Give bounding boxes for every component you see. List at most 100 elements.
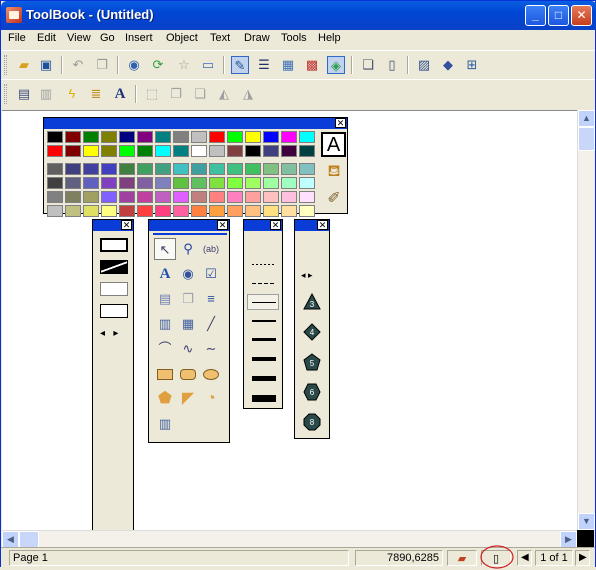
color-swatch[interactable] <box>83 163 99 175</box>
line-hairline[interactable] <box>252 302 276 303</box>
redo-icon[interactable]: ❐ <box>93 56 111 74</box>
color-swatch[interactable] <box>119 145 135 157</box>
properties-icon[interactable]: ▤ <box>15 85 33 103</box>
color-swatch[interactable] <box>209 205 225 217</box>
color-swatch[interactable] <box>65 163 81 175</box>
line-width-6[interactable] <box>252 395 276 402</box>
text-tool-icon[interactable]: A <box>154 263 176 285</box>
color-swatch[interactable] <box>137 191 153 203</box>
save-icon[interactable]: ▣ <box>37 56 55 74</box>
color-swatch[interactable] <box>173 145 189 157</box>
line-width-2[interactable] <box>252 320 276 322</box>
color-swatch[interactable] <box>155 177 171 189</box>
polygon-tool-icon[interactable]: ⬟ <box>154 388 176 410</box>
color-swatch[interactable] <box>281 131 297 143</box>
color-swatch[interactable] <box>65 131 81 143</box>
color-swatch[interactable] <box>83 177 99 189</box>
color-swatch[interactable] <box>47 191 63 203</box>
color-swatch[interactable] <box>245 205 261 217</box>
color-swatch[interactable] <box>65 177 81 189</box>
line-width-3[interactable] <box>252 338 276 341</box>
irregular-polygon-tool-icon[interactable]: ◤ <box>177 388 199 410</box>
curve-tool-icon[interactable]: ∼ <box>200 338 222 360</box>
vertical-scroll-thumb[interactable] <box>578 127 595 151</box>
title-bar[interactable]: ToolBook - (Untitled) _ □ ✕ <box>1 1 596 30</box>
globe-icon[interactable]: ◈ <box>327 56 345 74</box>
arc-tool-icon[interactable]: ⌒ <box>154 338 176 360</box>
color-swatch[interactable] <box>173 177 189 189</box>
card-icon[interactable]: ▭ <box>199 56 217 74</box>
color-swatch[interactable] <box>209 163 225 175</box>
menu-go[interactable]: Go <box>100 32 115 44</box>
stack-icon[interactable]: ▥ <box>37 85 55 103</box>
border-style-3d[interactable] <box>100 282 128 296</box>
color-swatch[interactable] <box>155 131 171 143</box>
color-swatch[interactable] <box>209 191 225 203</box>
pie-tool-icon[interactable]: ◔ <box>200 388 222 410</box>
open-icon[interactable]: ▰ <box>15 56 33 74</box>
zoom-tool-icon[interactable]: ⚲ <box>177 238 199 260</box>
menu-tools[interactable]: Tools <box>281 32 307 44</box>
color-swatch[interactable] <box>119 205 135 217</box>
color-swatch[interactable] <box>137 145 153 157</box>
line-width-5[interactable] <box>252 376 276 381</box>
color-swatch[interactable] <box>191 177 207 189</box>
color-swatch[interactable] <box>227 131 243 143</box>
color-swatch[interactable] <box>155 145 171 157</box>
color-swatch[interactable] <box>299 177 315 189</box>
color-swatch[interactable] <box>281 145 297 157</box>
color-swatch[interactable] <box>101 131 117 143</box>
scroll-right-button[interactable]: ▶ <box>560 531 577 548</box>
color-swatch[interactable] <box>263 205 279 217</box>
diamond-4-sides-icon[interactable]: 4 <box>303 323 321 341</box>
text-color-icon[interactable]: A <box>321 132 346 157</box>
book-icon[interactable]: ▰ <box>447 550 477 566</box>
previous-page-button[interactable]: ◀ <box>517 550 532 566</box>
color-swatch[interactable] <box>83 205 99 217</box>
color-swatch[interactable] <box>155 205 171 217</box>
color-swatch[interactable] <box>47 177 63 189</box>
color-swatch[interactable] <box>227 145 243 157</box>
menu-draw[interactable]: Draw <box>244 32 270 44</box>
horizontal-scroll-thumb[interactable] <box>19 531 39 548</box>
octagon-8-sides-icon[interactable]: 8 <box>303 413 321 431</box>
color-swatch[interactable] <box>65 145 81 157</box>
pointer-tool-icon[interactable]: ↖ <box>154 238 176 260</box>
color-swatch[interactable] <box>47 131 63 143</box>
palette-scroll-arrows[interactable]: ◂ ▸ <box>301 270 313 281</box>
color-swatch[interactable] <box>263 163 279 175</box>
color-swatch[interactable] <box>299 131 315 143</box>
script-icon[interactable]: ≣ <box>87 85 105 103</box>
color-swatch[interactable] <box>47 145 63 157</box>
color-swatch[interactable] <box>281 191 297 203</box>
line-dotted[interactable] <box>252 264 276 265</box>
color-swatch[interactable] <box>245 191 261 203</box>
author-mode-icon[interactable]: ✎ <box>231 56 249 74</box>
color-swatch[interactable] <box>119 177 135 189</box>
color-swatch[interactable] <box>65 191 81 203</box>
color-swatch[interactable] <box>191 145 207 157</box>
button-tool-icon[interactable]: ❐ <box>177 288 199 310</box>
color-swatch[interactable] <box>101 177 117 189</box>
color-swatch[interactable] <box>245 131 261 143</box>
palette-close-button[interactable]: ✕ <box>317 220 328 230</box>
scrollbar-tool-icon[interactable]: ▦ <box>177 313 199 335</box>
color-swatch[interactable] <box>191 191 207 203</box>
fill-bucket-icon[interactable]: ⛾ <box>324 162 344 182</box>
color-swatch[interactable] <box>155 191 171 203</box>
border-style-plain[interactable] <box>100 304 128 318</box>
flip-horizontal-icon[interactable]: ◭ <box>215 85 233 103</box>
color-swatch[interactable] <box>299 145 315 157</box>
toolbook-app-icon[interactable] <box>6 7 22 23</box>
copy-page-icon[interactable]: ❏ <box>359 56 377 74</box>
rectangle-tool-icon[interactable] <box>154 363 176 385</box>
color-swatch[interactable] <box>119 131 135 143</box>
color-swatch[interactable] <box>299 191 315 203</box>
menu-view[interactable]: View <box>67 32 91 44</box>
flip-vertical-icon[interactable]: ◮ <box>239 85 257 103</box>
color-swatch[interactable] <box>101 145 117 157</box>
color-swatch[interactable] <box>245 177 261 189</box>
color-swatch[interactable] <box>281 177 297 189</box>
menu-file[interactable]: File <box>8 32 26 44</box>
color-swatch[interactable] <box>47 163 63 175</box>
